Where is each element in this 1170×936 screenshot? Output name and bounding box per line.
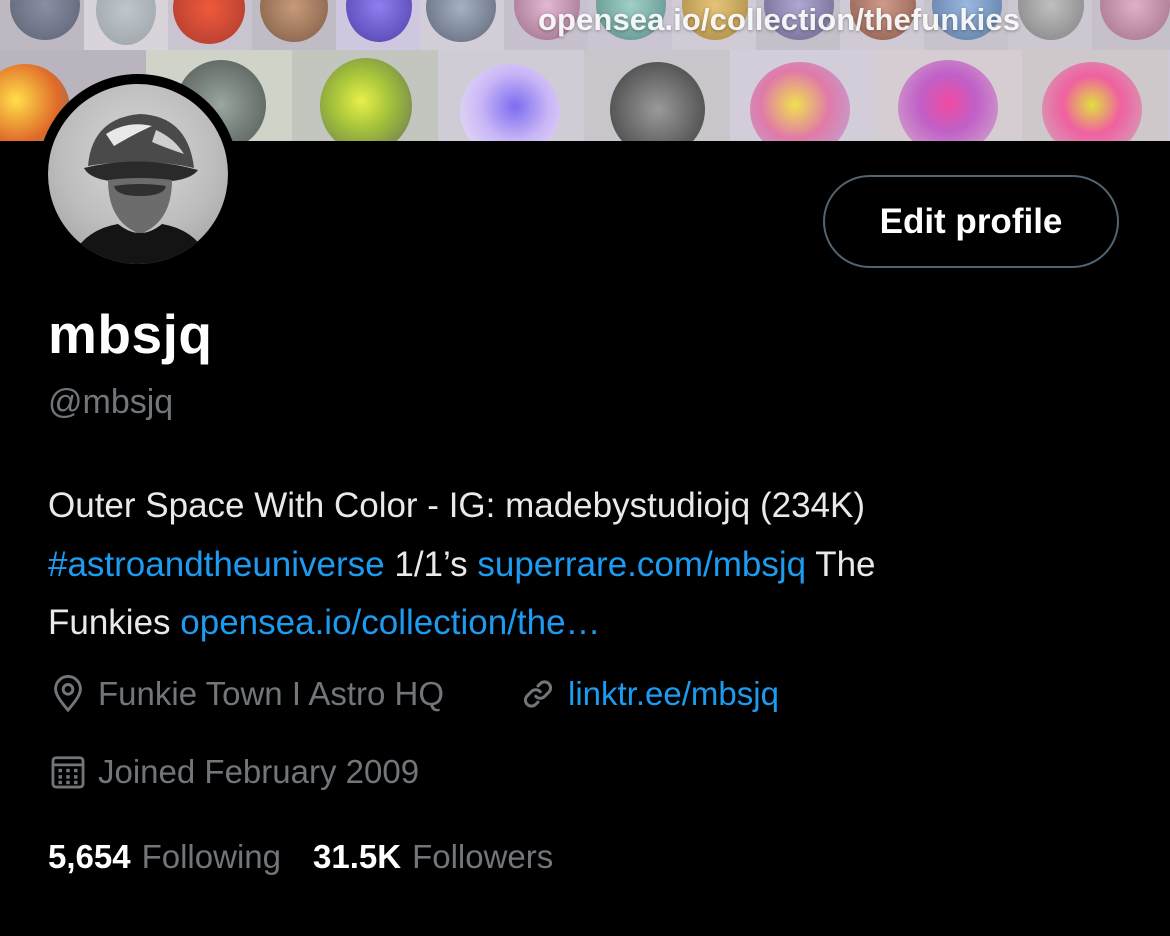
bio-text: Funkies (48, 603, 181, 642)
bio-line-1: Outer Space With Color - IG: madebystudi… (48, 486, 866, 525)
avatar-photo (48, 84, 228, 264)
banner-tile (1022, 50, 1168, 141)
calendar-icon (48, 752, 88, 792)
following-stat[interactable]: 5,654 Following (48, 838, 281, 876)
banner-overlay-url: opensea.io/collection/thefunkies (538, 2, 1021, 37)
following-count: 5,654 (48, 838, 131, 875)
following-label: Following (141, 838, 281, 875)
banner-tile (584, 50, 730, 141)
profile-bio: Outer Space With Color - IG: madebystudi… (48, 477, 1128, 653)
link-icon (518, 674, 558, 714)
edit-profile-button[interactable]: Edit profile (823, 175, 1119, 268)
location-text: Funkie Town I Astro HQ (98, 675, 445, 712)
profile-stats: 5,654 Following 31.5K Followers (48, 838, 585, 876)
website-link[interactable]: linktr.ee/mbsjq (568, 675, 779, 713)
banner-tile (1008, 0, 1092, 50)
hashtag-link[interactable]: #astroandtheuniverse (48, 545, 385, 584)
bio-text: 1/1’s (384, 544, 478, 584)
profile-website[interactable]: linktr.ee/mbsjq (518, 674, 779, 714)
banner-tile (438, 50, 584, 141)
joined-text: Joined February 2009 (98, 753, 420, 790)
bio-line-2: #astroandtheuniverse 1/1’s superrare.com… (48, 536, 1128, 595)
banner-tile (876, 50, 1022, 141)
avatar[interactable] (38, 74, 238, 274)
profile-location: Funkie Town I Astro HQ (48, 674, 444, 714)
location-pin-icon (48, 674, 88, 714)
banner-tile (1092, 0, 1170, 50)
bio-line-3: Funkies opensea.io/collection/the… (48, 594, 1128, 653)
followers-stat[interactable]: 31.5K Followers (313, 838, 553, 876)
banner-tile (420, 0, 504, 50)
banner-tile (336, 0, 420, 50)
banner-tile (252, 0, 336, 50)
user-handle: @mbsjq (48, 383, 174, 421)
followers-count: 31.5K (313, 838, 402, 875)
bio-text: The (806, 544, 876, 584)
banner-tile (0, 0, 84, 50)
superrare-link[interactable]: superrare.com/mbsjq (477, 545, 806, 584)
followers-label: Followers (412, 838, 554, 875)
display-name: mbsjq (48, 303, 213, 365)
profile-joined: Joined February 2009 (48, 752, 419, 792)
banner-tile (292, 50, 438, 141)
opensea-link[interactable]: opensea.io/collection/the… (180, 603, 600, 642)
banner-tile (168, 0, 252, 50)
banner-tile (84, 0, 168, 50)
banner-tile (730, 50, 876, 141)
